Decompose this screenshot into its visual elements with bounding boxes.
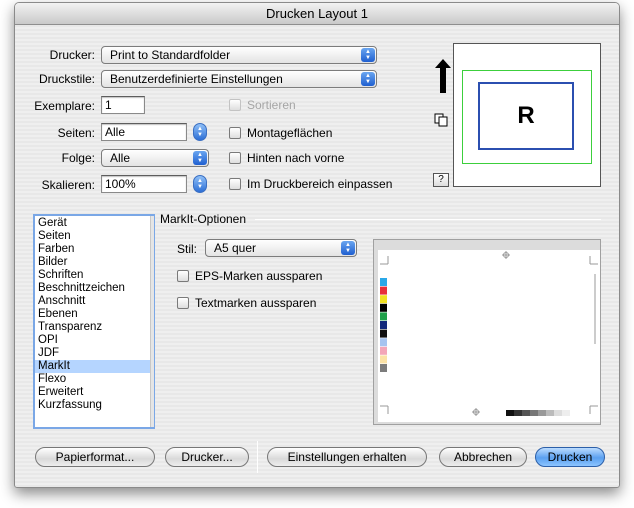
list-item[interactable]: MarkIt — [35, 360, 154, 373]
stil-label: Stil: — [176, 242, 197, 256]
list-item[interactable]: JDF — [35, 347, 154, 360]
crop-mark-icon — [589, 405, 598, 414]
drucker-button[interactable]: Drucker... — [165, 447, 249, 467]
eps-marken-checkbox[interactable]: EPS-Marken aussparen — [177, 268, 322, 284]
popup-arrows-icon: ▲ ▼ — [341, 241, 355, 255]
list-item[interactable]: Gerät — [35, 217, 154, 230]
exemplare-field[interactable]: 1 — [101, 96, 145, 114]
gray-ramp — [506, 410, 570, 416]
list-item[interactable]: Flexo — [35, 373, 154, 386]
seiten-stepper[interactable]: ▲ ▼ — [193, 123, 207, 141]
im-druckbereich-checkbox[interactable]: Im Druckbereich einpassen — [229, 176, 392, 192]
color-swatch — [380, 303, 387, 312]
drucker-popup[interactable]: Print to Standardfolder ▲ ▼ — [101, 46, 377, 64]
pages-icon[interactable] — [434, 113, 448, 127]
markit-sheet — [378, 250, 600, 422]
list-item[interactable]: Transparenz — [35, 321, 154, 334]
stil-popup[interactable]: A5 quer ▲ ▼ — [205, 239, 357, 257]
list-item[interactable]: Erweitert — [35, 386, 154, 399]
folge-label: Folge: — [61, 151, 95, 165]
category-list[interactable]: Gerät Seiten Farben Bilder Schriften Beschnit… — [33, 214, 155, 429]
montageflaechen-checkbox[interactable]: Montageflächen — [229, 125, 332, 141]
list-item[interactable]: Beschnittzeichen — [35, 282, 154, 295]
checkbox-box — [177, 270, 189, 282]
color-swatch — [380, 355, 387, 364]
checkbox-box — [229, 152, 241, 164]
papierformat-button[interactable]: Papierformat... — [35, 447, 155, 467]
skalieren-stepper[interactable]: ▲ ▼ — [193, 175, 207, 193]
color-swatch — [380, 329, 387, 338]
vertical-info-text — [594, 274, 596, 344]
crop-mark-icon — [380, 405, 389, 414]
drucker-label: Drucker: — [49, 48, 95, 62]
list-item[interactable]: OPI — [35, 334, 154, 347]
popup-arrows-icon: ▲ ▼ — [361, 72, 375, 86]
list-item[interactable]: Schriften — [35, 269, 154, 282]
window-title: Drucken Layout 1 — [15, 3, 619, 25]
button-separator — [257, 441, 258, 473]
hinten-nach-vorne-label: Hinten nach vorne — [247, 151, 345, 165]
color-swatch — [380, 346, 387, 355]
list-item[interactable]: Farben — [35, 243, 154, 256]
color-swatch — [380, 364, 387, 372]
crop-mark-icon — [380, 256, 389, 265]
markit-preview — [373, 239, 601, 425]
abbrechen-button[interactable]: Abbrechen — [439, 447, 527, 467]
color-swatch — [380, 286, 387, 295]
crop-mark-icon — [589, 256, 598, 265]
druckstile-popup[interactable]: Benutzerdefinierte Einstellungen ▲ ▼ — [101, 70, 377, 88]
help-button[interactable]: ? — [433, 173, 449, 187]
color-bar — [380, 278, 387, 372]
page-preview: R — [453, 43, 601, 187]
checkbox-box — [177, 297, 189, 309]
eps-marken-label: EPS-Marken aussparen — [195, 269, 323, 283]
color-swatch — [380, 312, 387, 321]
preview-letter: R — [517, 102, 535, 129]
im-druckbereich-label: Im Druckbereich einpassen — [247, 177, 393, 191]
markit-title: MarkIt-Optionen — [160, 212, 247, 226]
checkbox-box — [229, 99, 241, 111]
color-swatch — [380, 278, 387, 286]
druckstile-value: Benutzerdefinierte Einstellungen — [110, 72, 283, 86]
popup-arrows-icon: ▲ ▼ — [193, 151, 207, 165]
sortieren-label: Sortieren — [247, 98, 296, 112]
skalieren-label: Skalieren: — [41, 178, 95, 192]
checkbox-box — [229, 127, 241, 139]
drucker-value: Print to Standardfolder — [110, 48, 231, 62]
list-item[interactable]: Kurzfassung — [35, 399, 154, 412]
list-scrollbar[interactable] — [150, 216, 154, 427]
seiten-label: Seiten: — [57, 126, 95, 140]
color-swatch — [380, 295, 387, 304]
markit-marks — [380, 251, 598, 416]
category-items: Gerät Seiten Farben Bilder Schriften Beschnit… — [35, 216, 154, 412]
section-divider — [255, 219, 601, 220]
color-swatch — [380, 321, 387, 329]
seiten-field[interactable]: Alle — [101, 123, 187, 141]
textmarken-checkbox[interactable]: Textmarken aussparen — [177, 295, 316, 311]
montageflaechen-label: Montageflächen — [247, 126, 333, 140]
textmarken-label: Textmarken aussparen — [195, 296, 317, 310]
list-item[interactable]: Anschnitt — [35, 295, 154, 308]
hinten-nach-vorne-checkbox[interactable]: Hinten nach vorne — [229, 150, 344, 166]
list-item[interactable]: Seiten — [35, 230, 154, 243]
up-arrow-icon[interactable] — [435, 59, 451, 93]
folge-value: Alle — [110, 151, 131, 165]
checkbox-box — [229, 178, 241, 190]
stil-value: A5 quer — [214, 241, 257, 255]
exemplare-label: Exemplare: — [34, 99, 95, 113]
einstellungen-erhalten-button[interactable]: Einstellungen erhalten — [267, 447, 427, 467]
color-swatch — [380, 338, 387, 347]
sortieren-checkbox[interactable]: Sortieren — [229, 97, 296, 113]
page-outline: R — [478, 82, 574, 150]
skalieren-field[interactable]: 100% — [101, 175, 187, 193]
list-item[interactable]: Bilder — [35, 256, 154, 269]
folge-popup[interactable]: Alle ▲ ▼ — [101, 149, 209, 167]
drucken-button[interactable]: Drucken — [535, 447, 605, 467]
druckstile-label: Druckstile: — [38, 72, 95, 86]
popup-arrows-icon: ▲ ▼ — [361, 48, 375, 62]
print-dialog: Drucken Layout 1 Drucker: Print to Stand… — [14, 2, 620, 488]
list-item[interactable]: Ebenen — [35, 308, 154, 321]
